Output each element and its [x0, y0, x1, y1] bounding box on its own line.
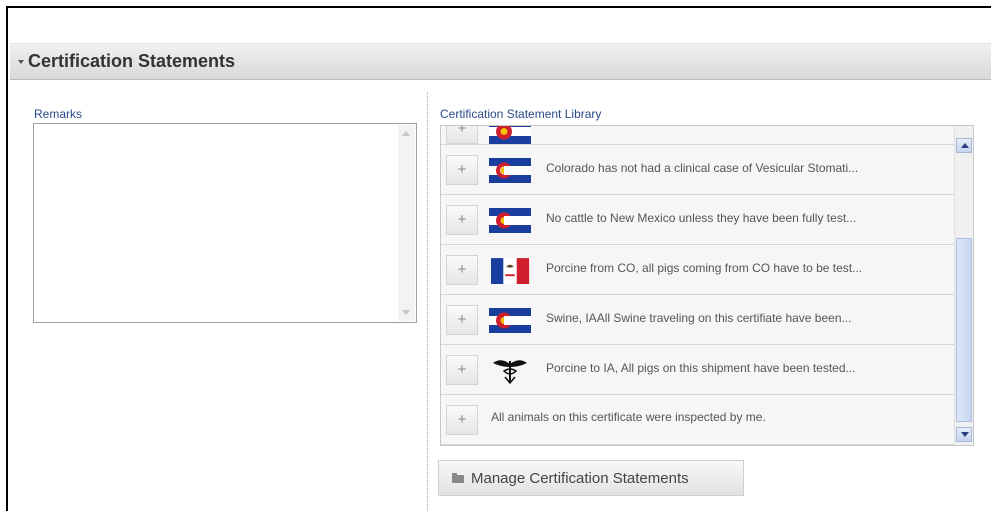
scroll-thumb[interactable]	[956, 238, 972, 422]
remarks-label: Remarks	[34, 107, 83, 121]
colorado-flag-icon	[489, 208, 531, 233]
colorado-flag-icon	[489, 158, 531, 183]
add-statement-button[interactable]: +	[446, 126, 478, 144]
statement-text: Porcine from CO, all pigs coming from CO…	[546, 261, 863, 275]
statement-library-list[interactable]: + + Colorado has not had a clinical case…	[440, 125, 974, 446]
statement-text: No cattle to New Mexico unless they have…	[546, 211, 857, 225]
add-statement-button[interactable]: +	[446, 205, 478, 235]
iowa-flag-icon	[491, 258, 530, 284]
scroll-down-button[interactable]	[956, 427, 972, 442]
statement-text: All animals on this certificate were ins…	[491, 410, 766, 424]
manage-statements-button[interactable]: Manage Certification Statements	[438, 460, 744, 496]
collapse-caret-icon[interactable]	[18, 60, 24, 64]
section-header[interactable]: Certification Statements	[10, 43, 991, 80]
list-item[interactable]: + Colorado has not had a clinical case o…	[441, 145, 954, 195]
chevron-up-icon	[961, 143, 969, 148]
list-item: +	[441, 126, 954, 145]
scroll-up-button[interactable]	[956, 138, 972, 153]
add-statement-button[interactable]: +	[446, 405, 478, 435]
add-statement-button[interactable]: +	[446, 255, 478, 285]
veterinary-emblem-icon	[493, 360, 527, 385]
add-statement-button[interactable]: +	[446, 155, 478, 185]
add-statement-button[interactable]: +	[446, 305, 478, 335]
manage-button-label: Manage Certification Statements	[471, 470, 689, 487]
list-item[interactable]: + Porcine to IA, All pigs on this shipme…	[441, 345, 954, 395]
chevron-down-icon	[961, 432, 969, 437]
statement-text: Porcine to IA, All pigs on this shipment…	[546, 361, 856, 375]
list-item[interactable]: + No cattle to New Mexico unless they ha…	[441, 195, 954, 245]
list-item[interactable]: + Swine, IAAll Swine traveling on this c…	[441, 295, 954, 345]
list-item[interactable]: + All animals on this certificate were i…	[441, 395, 954, 445]
colorado-flag-icon	[489, 126, 531, 144]
section-title: Certification Statements	[28, 51, 236, 71]
library-scrollbar[interactable]	[954, 126, 973, 445]
folder-icon	[452, 473, 464, 483]
column-divider	[427, 92, 428, 511]
scroll-up-arrow-icon[interactable]	[402, 131, 410, 136]
list-item[interactable]: + Porcine from CO, all pigs coming from …	[441, 245, 954, 295]
colorado-flag-icon	[489, 308, 531, 333]
add-statement-button[interactable]: +	[446, 355, 478, 385]
remarks-scrollbar[interactable]	[398, 125, 415, 321]
remarks-textarea[interactable]	[33, 123, 417, 323]
statement-text: Colorado has not had a clinical case of …	[546, 161, 859, 175]
scroll-down-arrow-icon[interactable]	[402, 310, 410, 315]
statement-text: Swine, IAAll Swine traveling on this cer…	[546, 311, 852, 325]
library-label: Certification Statement Library	[440, 107, 602, 121]
